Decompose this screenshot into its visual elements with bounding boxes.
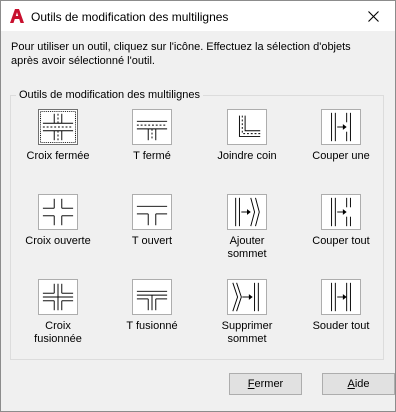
tool-label: Supprimer sommet	[221, 320, 273, 345]
window-title: Outils de modification des multilignes	[31, 10, 229, 24]
tool-label: Couper tout	[312, 235, 370, 247]
merged-tee-icon[interactable]	[132, 279, 172, 315]
tool-corner-joint[interactable]: Joindre coin	[202, 109, 292, 163]
tool-weld-all[interactable]: Souder tout	[296, 279, 386, 333]
corner-joint-icon[interactable]	[227, 109, 267, 145]
close-icon	[367, 10, 379, 22]
tool-label: Couper une	[312, 150, 370, 162]
tool-open-tee[interactable]: T ouvert	[107, 194, 197, 248]
close-dialog-button[interactable]: Fermer	[229, 373, 302, 395]
autocad-logo-icon	[10, 9, 24, 23]
add-vertex-icon[interactable]	[227, 194, 267, 230]
close-button[interactable]	[351, 1, 395, 31]
groupbox-title: Outils de modification des multilignes	[16, 89, 203, 101]
tool-label: Joindre coin	[217, 150, 277, 162]
help-button[interactable]: Aide	[322, 373, 395, 395]
weld-all-icon[interactable]	[321, 279, 361, 315]
tool-label: Ajouter sommet	[227, 235, 267, 260]
tool-merged-tee[interactable]: T fusionné	[107, 279, 197, 333]
instructions-line-1: Pour utiliser un outil, cliquez sur l'ic…	[11, 41, 351, 53]
tool-add-vertex[interactable]: Ajouter sommet	[202, 194, 292, 261]
tool-cut-all[interactable]: Couper tout	[296, 194, 386, 248]
closed-tee-icon[interactable]	[132, 109, 172, 145]
merged-cross-icon[interactable]	[38, 279, 78, 315]
help-button-label: ide	[354, 378, 370, 390]
cut-all-icon[interactable]	[321, 194, 361, 230]
tool-closed-cross[interactable]: Croix fermée	[13, 109, 103, 163]
tool-delete-vertex[interactable]: Supprimer sommet	[202, 279, 292, 346]
closed-cross-icon[interactable]	[38, 109, 78, 145]
dialog-window: Outils de modification des multilignes P…	[0, 0, 396, 412]
tool-label: Souder tout	[312, 320, 370, 332]
close-button-mnemonic: F	[247, 378, 255, 390]
instructions-text: Pour utiliser un outil, cliquez sur l'ic…	[11, 40, 383, 68]
tool-merged-cross[interactable]: Croix fusionnée	[13, 279, 103, 346]
tool-label: Croix ouverte	[25, 235, 91, 247]
tool-label: T ouvert	[131, 235, 173, 247]
tool-label: T fermé	[133, 150, 171, 162]
open-tee-icon[interactable]	[132, 194, 172, 230]
title-bar: Outils de modification des multilignes	[1, 1, 395, 31]
cut-single-icon[interactable]	[321, 109, 361, 145]
help-button-mnemonic: A	[347, 378, 355, 390]
tool-closed-tee[interactable]: T fermé	[107, 109, 197, 163]
tool-cut-single[interactable]: Couper une	[296, 109, 386, 163]
tool-label: T fusionné	[126, 320, 178, 332]
instructions-line-2: après avoir sélectionné l'outil.	[11, 55, 155, 67]
tool-open-cross[interactable]: Croix ouverte	[13, 194, 103, 248]
open-cross-icon[interactable]	[38, 194, 78, 230]
tool-label: Croix fermée	[26, 150, 90, 162]
delete-vertex-icon[interactable]	[227, 279, 267, 315]
close-button-label: ermer	[254, 378, 284, 390]
tool-label: Croix fusionnée	[34, 320, 82, 345]
